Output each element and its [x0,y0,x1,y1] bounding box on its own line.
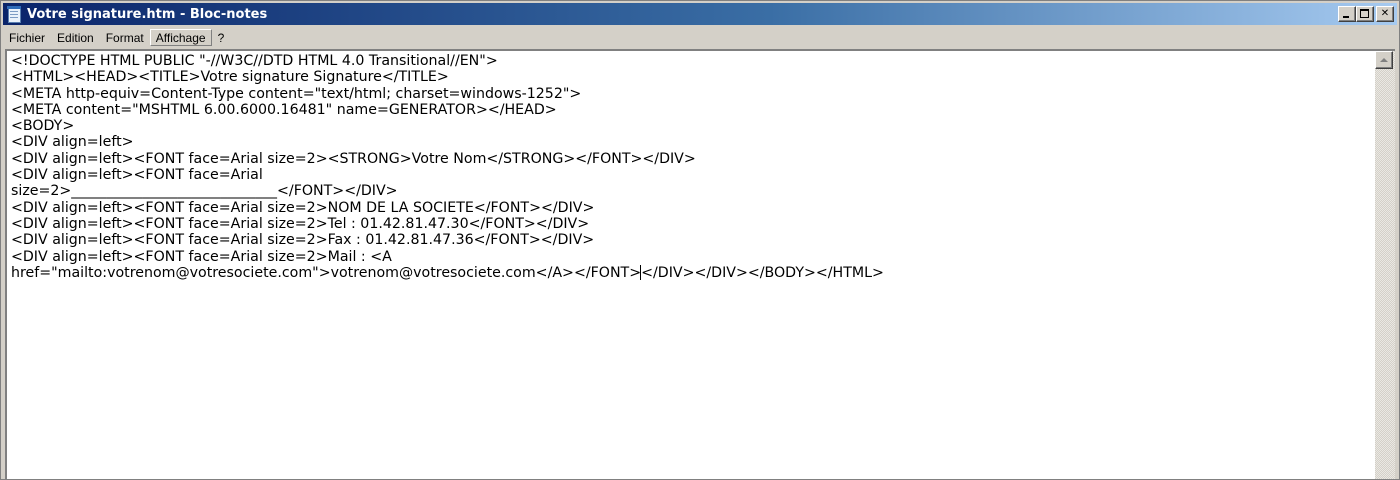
menu-edition[interactable]: Edition [51,29,100,46]
text-editor[interactable]: <!DOCTYPE HTML PUBLIC "-//W3C//DTD HTML … [5,49,1395,479]
minimize-icon[interactable] [1338,6,1356,22]
close-icon[interactable]: ✕ [1376,6,1394,22]
code-line: size=2>_____________________________</FO… [11,183,398,200]
notepad-window: Votre signature.htm - Bloc-notes ✕ Fichi… [0,0,1400,480]
menu-help[interactable]: ? [212,29,231,46]
code-line: <DIV align=left><FONT face=Arial [11,167,263,184]
code-line: <META content="MSHTML 6.00.6000.16481" n… [11,101,557,118]
maximize-icon[interactable] [1356,6,1374,22]
code-line: <DIV align=left><FONT face=Arial size=2>… [11,215,590,232]
menu-affichage[interactable]: Affichage [149,28,212,46]
code-line: <DIV align=left> [11,134,134,151]
code-line: <DIV align=left><FONT face=Arial size=2>… [11,232,595,249]
code-line: <DIV align=left><FONT face=Arial size=2>… [11,150,696,167]
code-line: <BODY> [11,118,75,135]
menu-fichier[interactable]: Fichier [3,29,51,46]
menu-bar: Fichier Edition Format Affichage ? [3,27,1397,47]
code-before-caret: href="mailto:votrenom@votresociete.com">… [11,264,642,281]
title-bar[interactable]: Votre signature.htm - Bloc-notes ✕ [3,3,1397,25]
code-after-caret: </DIV></DIV></BODY></HTML> [641,264,884,281]
editor-content[interactable]: <!DOCTYPE HTML PUBLIC "-//W3C//DTD HTML … [11,53,1371,281]
code-line: <!DOCTYPE HTML PUBLIC "-//W3C//DTD HTML … [11,53,498,69]
code-line: <META http-equiv=Content-Type content="t… [11,85,582,102]
vertical-scrollbar[interactable] [1375,51,1395,479]
code-line-last: href="mailto:votrenom@votresociete.com">… [11,264,1371,281]
window-title: Votre signature.htm - Bloc-notes [27,6,268,22]
code-line: <DIV align=left><FONT face=Arial size=2>… [11,248,392,265]
window-controls: ✕ [1338,6,1394,22]
scroll-up-arrow-icon[interactable] [1375,51,1393,69]
code-line: <HTML><HEAD><TITLE>Votre signature Signa… [11,69,449,86]
menu-format[interactable]: Format [100,29,150,46]
code-line: <DIV align=left><FONT face=Arial size=2>… [11,199,595,216]
notepad-icon[interactable] [6,6,22,23]
